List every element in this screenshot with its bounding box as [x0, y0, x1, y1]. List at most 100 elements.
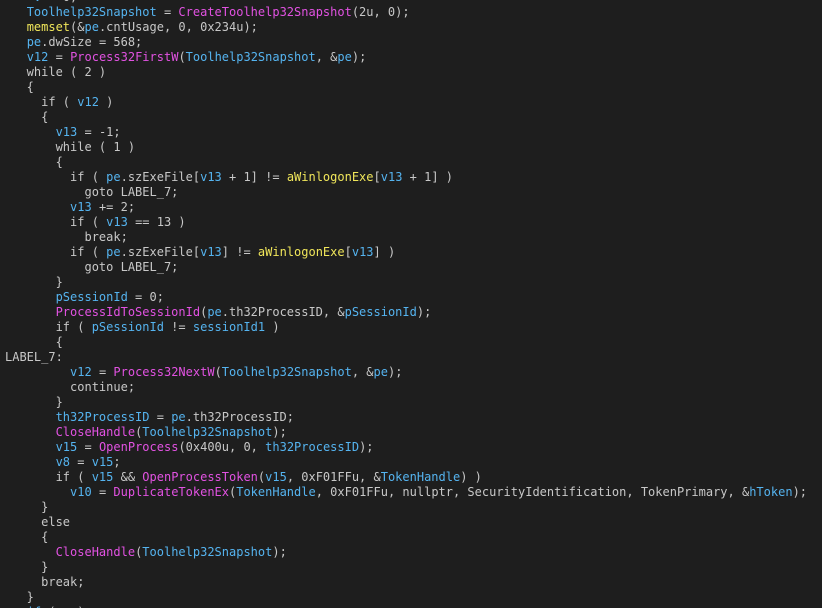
variable-token[interactable]: pe: [171, 410, 185, 424]
function-token[interactable]: CloseHandle: [56, 425, 135, 439]
code-line[interactable]: break;: [5, 230, 807, 245]
code-line[interactable]: }: [5, 560, 807, 575]
code-line[interactable]: while ( 1 ): [5, 140, 807, 155]
global-token[interactable]: aWinlogonExe: [258, 245, 345, 259]
function-token[interactable]: OpenProcessToken: [142, 470, 258, 484]
variable-token[interactable]: pe: [337, 50, 351, 64]
decompiler-code-view[interactable]: v = 0; Toolhelp32Snapshot = CreateToolhe…: [0, 0, 822, 608]
variable-token[interactable]: v13: [106, 215, 128, 229]
code-text: }: [5, 275, 63, 289]
code-line[interactable]: else: [5, 515, 807, 530]
code-line[interactable]: v13 = -1;: [5, 125, 807, 140]
code-line[interactable]: if ( pSessionId != sessionId1 ): [5, 320, 807, 335]
code-text: ] ): [373, 245, 396, 259]
code-line[interactable]: if ( v13 == 13 ): [5, 215, 807, 230]
variable-token[interactable]: Toolhelp32Snapshot: [142, 545, 272, 559]
variable-token[interactable]: v15: [92, 455, 114, 469]
code-line[interactable]: v10 = DuplicateTokenEx(TokenHandle, 0xF0…: [5, 485, 807, 500]
code-line[interactable]: pe.dwSize = 568;: [5, 35, 807, 50]
variable-token[interactable]: v13: [56, 125, 78, 139]
code-line[interactable]: v12 = Process32NextW(Toolhelp32Snapshot,…: [5, 365, 807, 380]
function-token[interactable]: CreateToolhelp32Snapshot: [178, 5, 351, 19]
variable-token[interactable]: pe: [106, 170, 120, 184]
variable-token[interactable]: Toolhelp32Snapshot: [186, 50, 316, 64]
variable-token[interactable]: Toolhelp32Snapshot: [222, 365, 352, 379]
function-token[interactable]: OpenProcess: [99, 440, 178, 454]
code-line[interactable]: }: [5, 500, 807, 515]
code-text: + 1] ): [402, 170, 454, 184]
function-token[interactable]: CloseHandle: [56, 545, 135, 559]
code-text: [: [373, 170, 381, 184]
variable-token[interactable]: v13: [200, 245, 222, 259]
code-text: !=: [163, 320, 193, 334]
function-token[interactable]: Process32NextW: [113, 365, 214, 379]
variable-token[interactable]: Toolhelp32Snapshot: [27, 5, 157, 19]
variable-token[interactable]: v13: [70, 200, 92, 214]
code-line[interactable]: if ( pe.szExeFile[v13] != aWinlogonExe[v…: [5, 245, 807, 260]
code-line[interactable]: }: [5, 395, 807, 410]
variable-token[interactable]: hToken: [749, 485, 792, 499]
function-token[interactable]: Process32FirstW: [70, 50, 178, 64]
code-line[interactable]: continue;: [5, 380, 807, 395]
code-line[interactable]: {: [5, 155, 807, 170]
variable-token[interactable]: v15: [56, 440, 78, 454]
code-line[interactable]: while ( 2 ): [5, 65, 807, 80]
variable-token[interactable]: pe: [374, 365, 388, 379]
variable-token[interactable]: pSessionId: [345, 305, 417, 319]
variable-token[interactable]: pe: [27, 35, 41, 49]
variable-token[interactable]: v8: [56, 455, 70, 469]
code-line[interactable]: v8 = v15;: [5, 455, 807, 470]
variable-token[interactable]: Toolhelp32Snapshot: [142, 425, 272, 439]
code-line[interactable]: CloseHandle(Toolhelp32Snapshot);: [5, 545, 807, 560]
code-line[interactable]: if ( v12 ): [5, 95, 807, 110]
code-line[interactable]: v15 = OpenProcess(0x400u, 0, th32Process…: [5, 440, 807, 455]
variable-token[interactable]: v13: [200, 170, 222, 184]
variable-token[interactable]: v12: [27, 50, 49, 64]
code-text: (: [214, 365, 222, 379]
code-line[interactable]: if ( pe.szExeFile[v13 + 1] != aWinlogonE…: [5, 170, 807, 185]
code-line[interactable]: if ( v15 && OpenProcessToken(v15, 0xF01F…: [5, 470, 807, 485]
variable-token[interactable]: v12: [70, 365, 92, 379]
code-line[interactable]: CloseHandle(Toolhelp32Snapshot);: [5, 425, 807, 440]
variable-token[interactable]: v13: [352, 245, 374, 259]
code-line[interactable]: pSessionId = 0;: [5, 290, 807, 305]
variable-token[interactable]: pSessionId: [92, 320, 164, 334]
global-token[interactable]: memset: [27, 20, 70, 34]
variable-token[interactable]: pSessionId: [56, 290, 128, 304]
variable-token[interactable]: TokenHandle: [236, 485, 315, 499]
code-line[interactable]: goto LABEL_7;: [5, 260, 807, 275]
code-line[interactable]: {: [5, 335, 807, 350]
code-line[interactable]: ProcessIdToSessionId(pe.th32ProcessID, &…: [5, 305, 807, 320]
code-line[interactable]: th32ProcessID = pe.th32ProcessID;: [5, 410, 807, 425]
variable-token[interactable]: pe: [207, 305, 221, 319]
code-line[interactable]: }: [5, 590, 807, 605]
global-token[interactable]: aWinlogonExe: [287, 170, 374, 184]
code-line[interactable]: memset(&pe.cntUsage, 0, 0x234u);: [5, 20, 807, 35]
code-line[interactable]: {: [5, 530, 807, 545]
variable-token[interactable]: pe: [85, 20, 99, 34]
variable-token[interactable]: th32ProcessID: [265, 440, 359, 454]
variable-token[interactable]: v12: [77, 95, 99, 109]
code-text: .th32ProcessID, &: [221, 305, 345, 319]
variable-token[interactable]: TokenHandle: [381, 470, 460, 484]
code-line[interactable]: LABEL_7:: [5, 350, 807, 365]
code-line[interactable]: v13 += 2;: [5, 200, 807, 215]
code-line[interactable]: Toolhelp32Snapshot = CreateToolhelp32Sna…: [5, 5, 807, 20]
code-line[interactable]: break;: [5, 575, 807, 590]
variable-token[interactable]: pe: [106, 245, 120, 259]
code-line[interactable]: {: [5, 110, 807, 125]
variable-token[interactable]: sessionId1: [193, 320, 265, 334]
variable-token[interactable]: v15: [265, 470, 287, 484]
code-line[interactable]: v12 = Process32FirstW(Toolhelp32Snapshot…: [5, 50, 807, 65]
code-line[interactable]: {: [5, 80, 807, 95]
variable-token[interactable]: th32ProcessID: [56, 410, 150, 424]
variable-token[interactable]: v13: [381, 170, 403, 184]
code-line[interactable]: }: [5, 275, 807, 290]
function-token[interactable]: DuplicateTokenEx: [113, 485, 229, 499]
variable-token[interactable]: v15: [92, 470, 114, 484]
code-line[interactable]: goto LABEL_7;: [5, 185, 807, 200]
variable-token[interactable]: v10: [70, 485, 92, 499]
function-token[interactable]: ProcessIdToSessionId: [56, 305, 201, 319]
